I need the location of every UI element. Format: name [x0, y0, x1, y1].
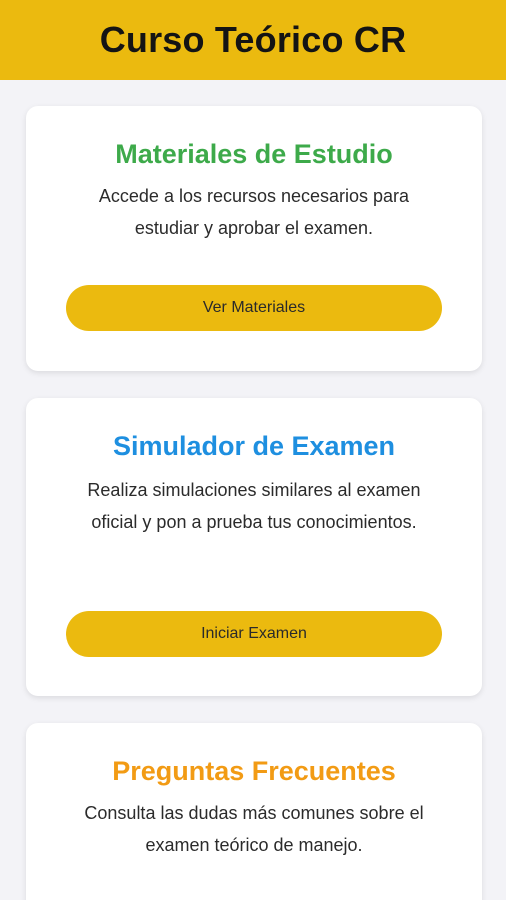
app-title: Curso Teórico CR [99, 19, 407, 60]
card-title-faq: Preguntas Frecuentes [112, 756, 396, 786]
card-description-study-materials: Accede a los recursos necesarios para es… [98, 186, 410, 238]
card-description-exam-simulator: Realiza simulaciones similares al examen… [87, 480, 421, 532]
card-exam-simulator: Simulador de Examen Realiza simulaciones… [26, 398, 482, 696]
card-title-exam-simulator: Simulador de Examen [112, 431, 396, 461]
view-materials-button[interactable]: Ver Materiales [66, 285, 442, 331]
app-screen: Curso Teórico CR Materiales de Estudio A… [0, 0, 506, 900]
card-description-faq: Consulta las dudas más comunes sobre el … [84, 803, 424, 855]
card-faq: Preguntas Frecuentes Consulta las dudas … [26, 723, 482, 900]
start-exam-button[interactable]: Iniciar Examen [66, 611, 442, 657]
card-study-materials: Materiales de Estudio Accede a los recur… [26, 106, 482, 371]
card-title-study-materials: Materiales de Estudio [115, 139, 393, 169]
app-header: Curso Teórico CR [0, 0, 506, 80]
